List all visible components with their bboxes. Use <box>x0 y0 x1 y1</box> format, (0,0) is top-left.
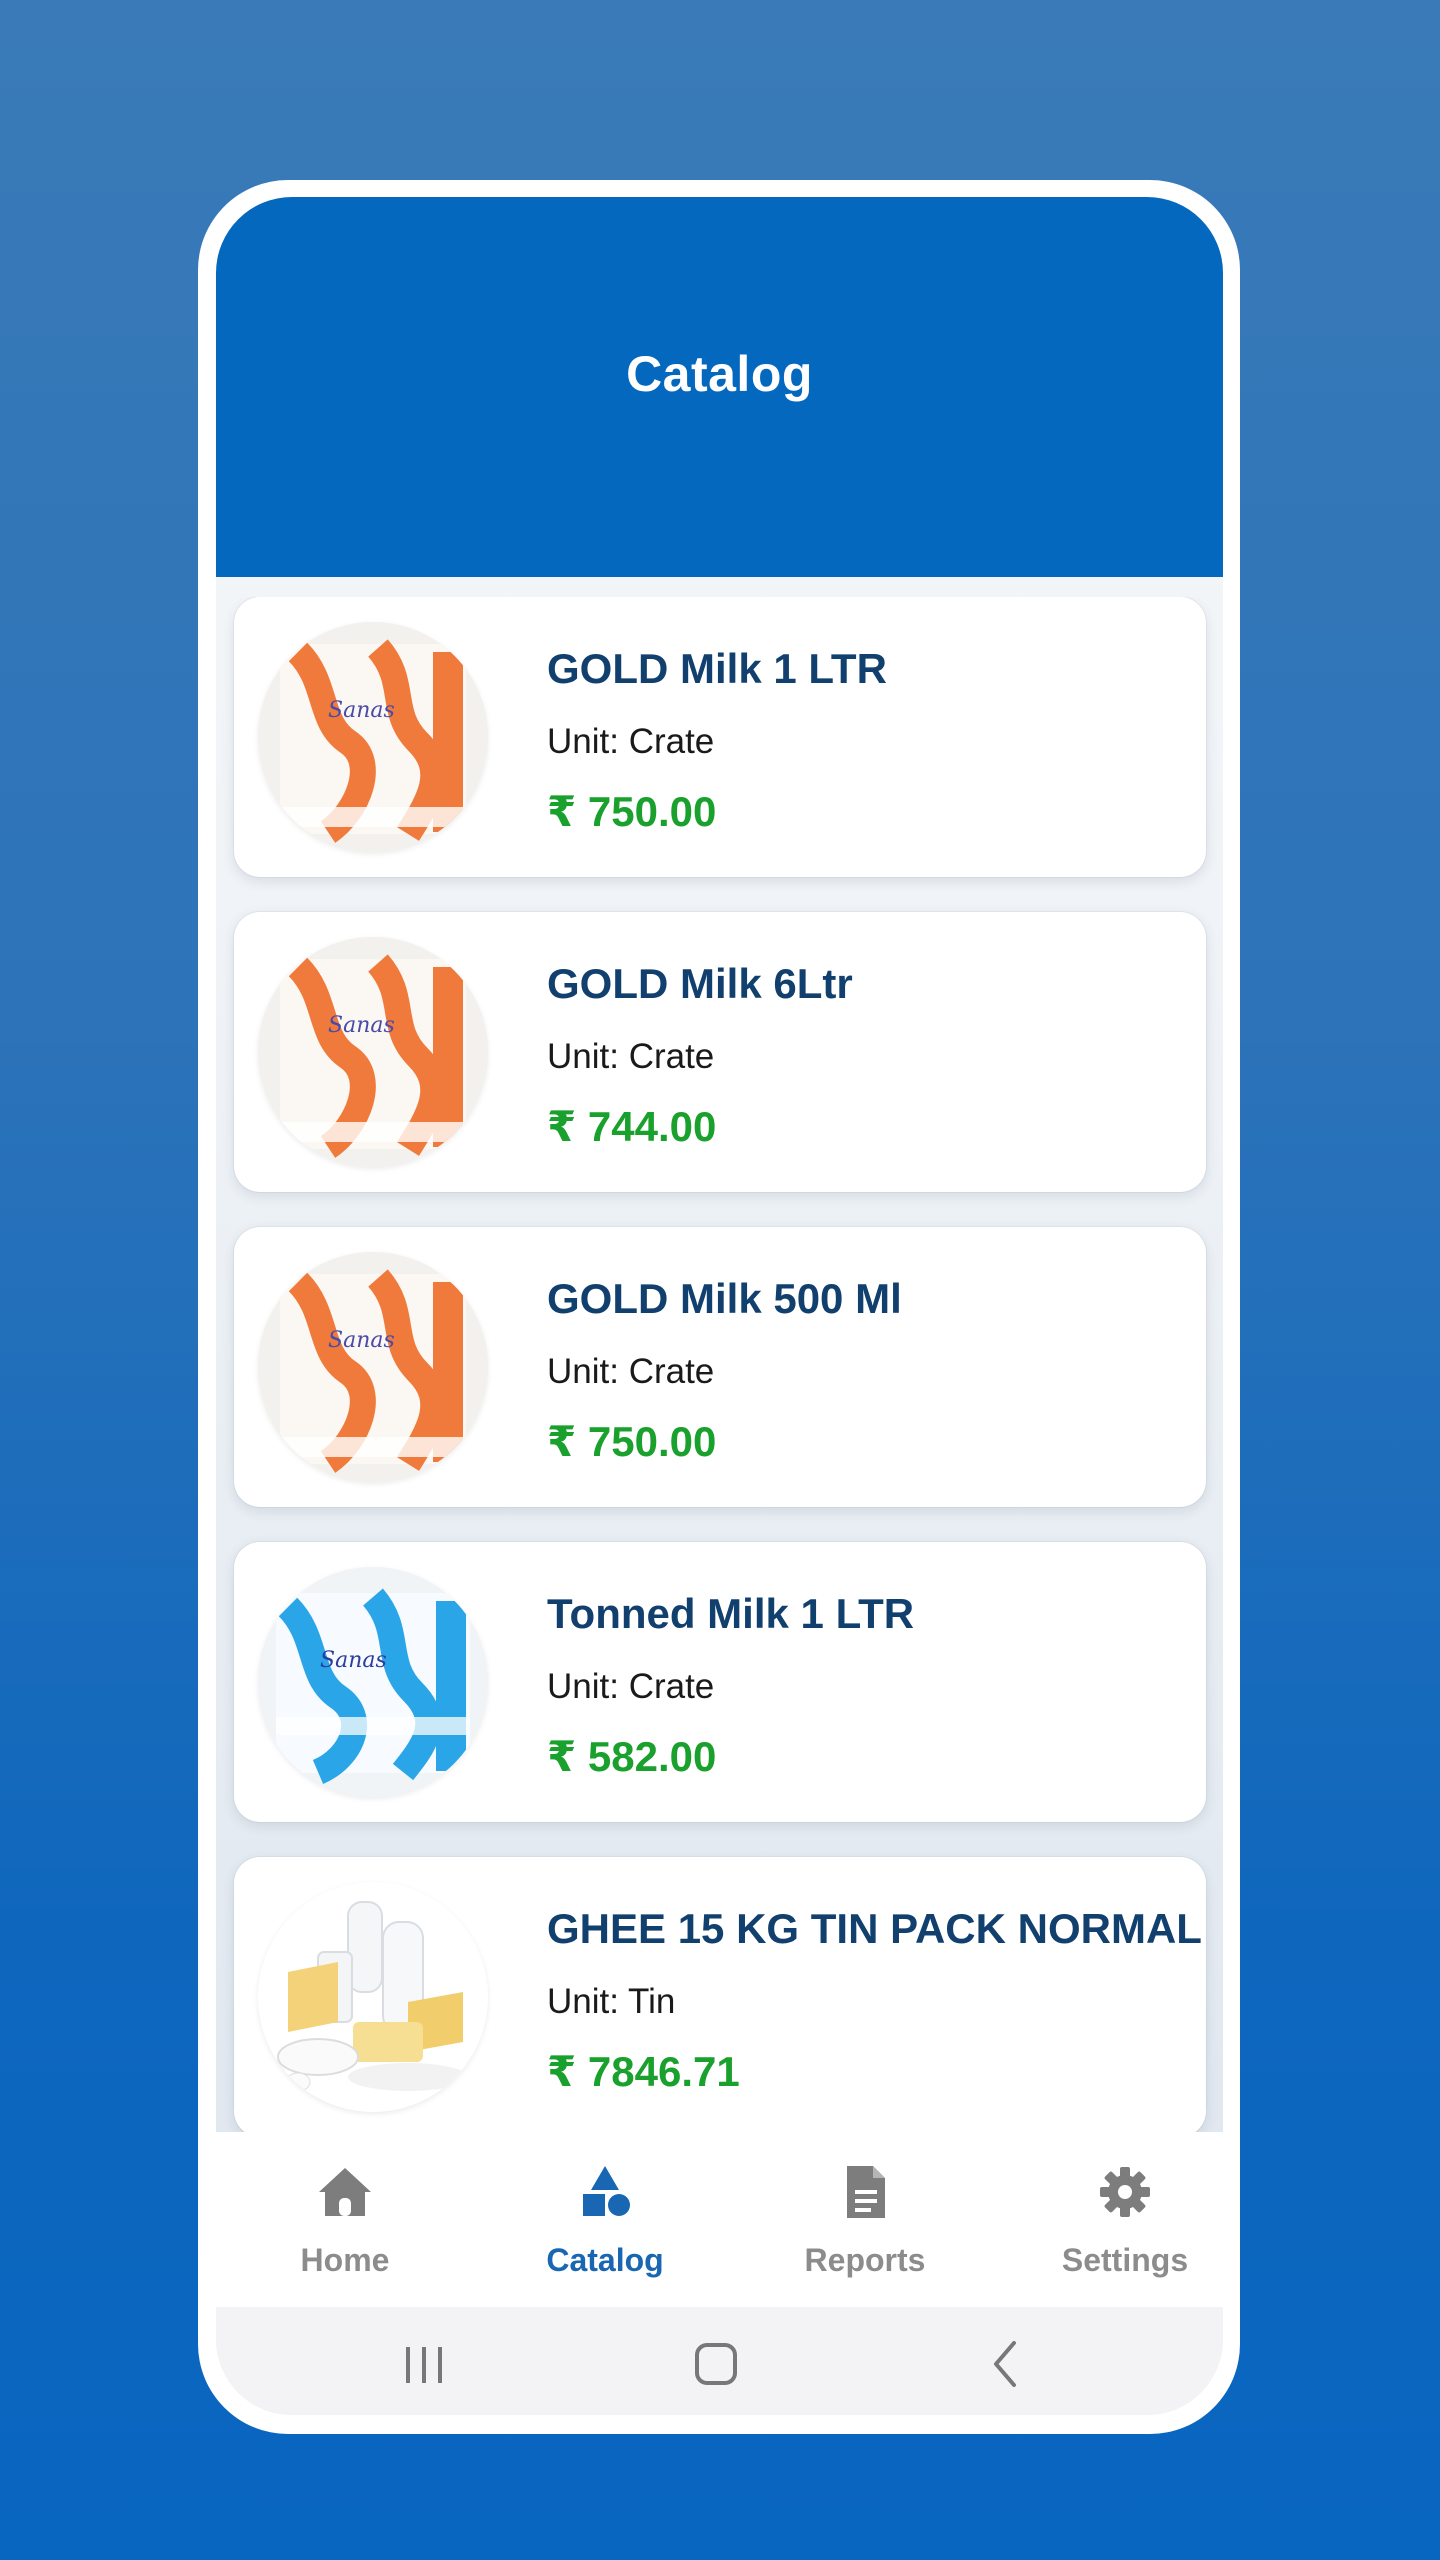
back-icon[interactable] <box>966 2327 1046 2397</box>
product-image-dairy-products <box>258 1882 488 2112</box>
product-card[interactable]: Sanas GOLD Milk 1 LTR Unit: Crate ₹ 750.… <box>234 597 1206 877</box>
tab-label: Home <box>300 2242 390 2278</box>
tab-home[interactable]: Home <box>245 2132 445 2307</box>
app-screen: Catalog Sanas GOLD Milk 1 LTR Unit: Crat… <box>216 197 1223 2415</box>
tab-label: Reports <box>804 2242 926 2278</box>
svg-text:Sanas: Sanas <box>328 1013 395 1038</box>
product-price: ₹ 7846.71 <box>547 2048 740 2095</box>
product-image-orange-milk-crate: Sanas <box>258 622 488 852</box>
tab-label: Settings <box>1061 2242 1189 2278</box>
product-price: ₹ 582.00 <box>547 1733 717 1780</box>
tab-catalog[interactable]: Catalog <box>505 2132 705 2307</box>
product-unit: Unit: Crate <box>547 1667 715 1706</box>
svg-text:Sanas: Sanas <box>320 1648 387 1673</box>
shapes-icon <box>583 2166 630 2216</box>
product-card[interactable]: Sanas GOLD Milk 6Ltr Unit: Crate ₹ 744.0… <box>234 912 1206 1192</box>
product-name: Tonned Milk 1 LTR <box>547 1590 915 1637</box>
product-name: GHEE 15 KG TIN PACK NORMAL <box>547 1905 1202 1952</box>
gear-icon <box>1100 2167 1150 2217</box>
product-image-blue-milk-crate: Sanas <box>258 1567 488 1797</box>
product-name: GOLD Milk 1 LTR <box>547 645 887 692</box>
recents-icon[interactable] <box>384 2327 464 2397</box>
home-icon <box>319 2168 371 2216</box>
home-button-icon[interactable] <box>676 2327 756 2397</box>
tab-settings[interactable]: Settings <box>1025 2132 1223 2307</box>
product-image-orange-milk-crate: Sanas <box>258 937 488 1167</box>
product-card[interactable]: Sanas Tonned Milk 1 LTR Unit: Crate ₹ 58… <box>234 1542 1206 1822</box>
product-unit: Unit: Crate <box>547 1352 715 1391</box>
bottom-tab-bar: Home Catalog Reports Settings <box>216 2132 1223 2307</box>
product-price: ₹ 750.00 <box>547 1418 717 1465</box>
page-title: Catalog <box>626 346 813 402</box>
product-unit: Unit: Crate <box>547 722 715 761</box>
document-icon <box>847 2166 885 2218</box>
tab-reports[interactable]: Reports <box>765 2132 965 2307</box>
tab-label: Catalog <box>546 2242 664 2278</box>
product-list[interactable]: Sanas GOLD Milk 1 LTR Unit: Crate ₹ 750.… <box>216 597 1223 2307</box>
product-name: GOLD Milk 6Ltr <box>547 960 853 1007</box>
product-card[interactable]: Sanas GOLD Milk 500 Ml Unit: Crate ₹ 750… <box>234 1227 1206 1507</box>
svg-text:Sanas: Sanas <box>328 698 395 723</box>
product-unit: Unit: Tin <box>547 1982 676 2021</box>
product-card[interactable]: GHEE 15 KG TIN PACK NORMAL Unit: Tin ₹ 7… <box>234 1857 1206 2137</box>
product-image-orange-milk-crate: Sanas <box>258 1252 488 1482</box>
product-price: ₹ 744.00 <box>547 1103 717 1150</box>
product-price: ₹ 750.00 <box>547 788 717 835</box>
product-name: GOLD Milk 500 Ml <box>547 1275 902 1322</box>
system-navigation-bar <box>216 2307 1223 2415</box>
product-unit: Unit: Crate <box>547 1037 715 1076</box>
svg-text:Sanas: Sanas <box>328 1328 395 1353</box>
